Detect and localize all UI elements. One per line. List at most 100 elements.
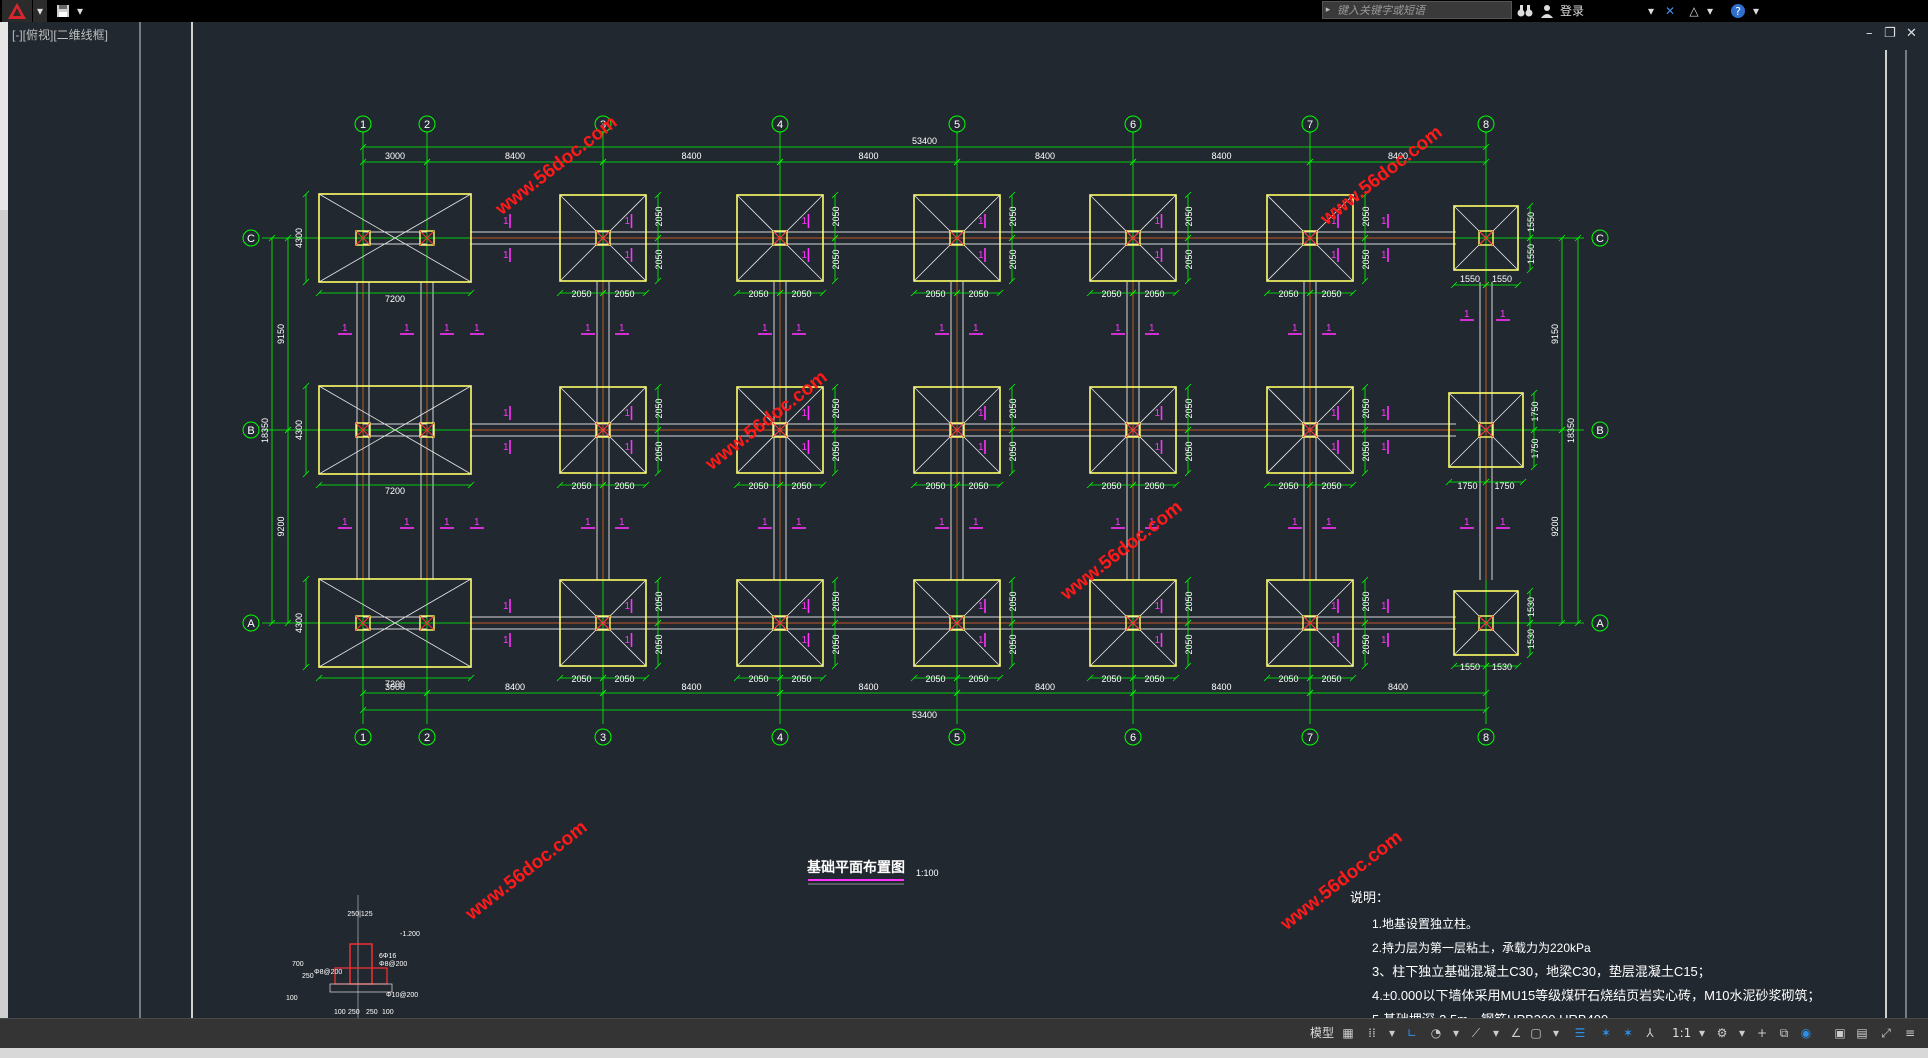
- section-mark-label: 1: [1155, 408, 1161, 419]
- dimension-text: 8400: [1035, 682, 1055, 692]
- dimension-text: 1750: [1530, 401, 1540, 421]
- dimension-text: 4300: [294, 420, 304, 440]
- dimension-text: 2050: [1321, 481, 1341, 491]
- axis-number-label: 5: [954, 119, 960, 131]
- dimension-text: 2050: [1184, 591, 1194, 611]
- axis-number-label: 5: [954, 732, 960, 744]
- lineweight-icon[interactable]: ☰: [1570, 1023, 1590, 1043]
- section-mark-label: 1: [503, 601, 509, 612]
- hardware-acceleration-icon[interactable]: ▣: [1830, 1023, 1850, 1043]
- dimension-text: 8400: [858, 151, 878, 161]
- dimension-text: 2050: [925, 289, 945, 299]
- dimension-text: 1750: [1530, 438, 1540, 458]
- dimension-text: 18350: [260, 418, 270, 443]
- section-mark-label: 1: [585, 323, 591, 334]
- axis-letter-label: B: [1596, 425, 1603, 437]
- detail-label: 100: [334, 1009, 346, 1016]
- section-mark-label: 1: [625, 216, 631, 227]
- axis-number-label: 7: [1307, 119, 1313, 131]
- section-mark-label: 1: [973, 323, 979, 334]
- workspace-gear-icon[interactable]: ⚙: [1712, 1023, 1732, 1043]
- dimension-text: 2050: [831, 441, 841, 461]
- notes-heading: 说明：: [1350, 890, 1389, 905]
- section-mark-label: 1: [978, 601, 984, 612]
- axis-letter-label: B: [247, 425, 254, 437]
- dimension-text: 2050: [748, 674, 768, 684]
- snap-mode-icon[interactable]: ⁞⁞: [1362, 1023, 1382, 1043]
- isometric-drafting-icon[interactable]: ⟋: [1466, 1023, 1486, 1043]
- dimension-text: 2050: [1184, 634, 1194, 654]
- dimension-text: 2050: [748, 289, 768, 299]
- customization-menu-icon[interactable]: ≡: [1900, 1023, 1920, 1043]
- dimension-text: 2050: [831, 398, 841, 418]
- dimension-text: 2050: [791, 481, 811, 491]
- isometric-dropdown-icon[interactable]: ▾: [1486, 1023, 1506, 1043]
- section-mark-label: 1: [1115, 323, 1121, 334]
- dimension-text: 2050: [831, 591, 841, 611]
- section-mark-label: 1: [1381, 601, 1387, 612]
- dimension-text: 3000: [385, 151, 405, 161]
- detail-label: 700: [292, 961, 304, 968]
- dimension-text: 1750: [1457, 481, 1477, 491]
- units-icon[interactable]: ⧉: [1774, 1023, 1794, 1043]
- dimension-text: 4300: [294, 228, 304, 248]
- section-mark-label: 1: [619, 323, 625, 334]
- dimension-text: 2050: [1278, 674, 1298, 684]
- section-mark-label: 1: [1464, 309, 1470, 320]
- clean-screen-icon[interactable]: ▤: [1852, 1023, 1872, 1043]
- dimension-text: 9200: [276, 516, 286, 536]
- scale-dropdown-icon[interactable]: ▾: [1692, 1023, 1712, 1043]
- object-snap-dropdown-icon[interactable]: ▾: [1546, 1023, 1566, 1043]
- dimension-text: 2050: [968, 481, 988, 491]
- drawing-title: 基础平面布置图: [807, 859, 905, 875]
- section-mark-label: 1: [503, 250, 509, 261]
- dimension-text: 9150: [1550, 324, 1560, 344]
- dimension-text: 2050: [925, 481, 945, 491]
- detail-label: Φ10@200: [386, 992, 418, 999]
- dimension-text: 2050: [1361, 398, 1371, 418]
- section-mark-label: 1: [1155, 442, 1161, 453]
- dimension-text: 7200: [385, 486, 405, 496]
- status-bar: [0, 1018, 1928, 1049]
- notes-line: 1.地基设置独立柱。: [1372, 916, 1478, 931]
- section-mark-label: 1: [802, 601, 808, 612]
- section-mark-label: 1: [802, 442, 808, 453]
- dimension-text: 2050: [1361, 249, 1371, 269]
- polar-tracking-icon[interactable]: ◔: [1426, 1023, 1446, 1043]
- dimension-text: 1530: [1492, 662, 1512, 672]
- model-tab[interactable]: 模型: [1306, 1022, 1338, 1044]
- detail-label: 250|125: [347, 911, 372, 918]
- workspace-dropdown-icon[interactable]: ▾: [1732, 1023, 1752, 1043]
- section-mark-label: 1: [796, 323, 802, 334]
- dimension-text: 2050: [791, 289, 811, 299]
- fullscreen-icon[interactable]: ⤢: [1876, 1023, 1896, 1043]
- annotation-scale-value[interactable]: 1:1: [1672, 1022, 1691, 1044]
- section-mark-label: 1: [802, 250, 808, 261]
- section-mark-label: 1: [1331, 635, 1337, 646]
- dimension-text: 1530: [1526, 597, 1536, 617]
- dimension-text: 7200: [385, 294, 405, 304]
- annotation-visibility-icon[interactable]: ✶: [1596, 1023, 1616, 1043]
- object-snap-icon[interactable]: ▢: [1526, 1023, 1546, 1043]
- grid-display-icon[interactable]: ▦: [1338, 1023, 1358, 1043]
- add-scale-icon[interactable]: +: [1752, 1023, 1772, 1043]
- section-mark-label: 1: [1115, 517, 1121, 528]
- auto-scale-icon[interactable]: ✶: [1618, 1023, 1638, 1043]
- annotation-scale-icon[interactable]: ⅄: [1640, 1023, 1660, 1043]
- snap-dropdown-icon[interactable]: ▾: [1382, 1023, 1402, 1043]
- section-mark-label: 1: [978, 442, 984, 453]
- axis-number-label: 1: [360, 119, 366, 131]
- dimension-text: 2050: [654, 398, 664, 418]
- isolate-objects-icon[interactable]: ◉: [1796, 1023, 1816, 1043]
- axis-number-label: 4: [777, 119, 783, 131]
- section-mark-label: 1: [762, 517, 768, 528]
- detail-label: Φ8@200: [314, 969, 342, 976]
- polar-dropdown-icon[interactable]: ▾: [1446, 1023, 1466, 1043]
- object-snap-tracking-icon[interactable]: ∠: [1506, 1023, 1526, 1043]
- watermark-text: www.56doc.com: [461, 817, 591, 925]
- ortho-mode-icon[interactable]: ∟: [1402, 1023, 1422, 1043]
- dimension-text: 2050: [791, 674, 811, 684]
- detail-label: 6Φ16: [379, 953, 396, 960]
- dimension-text: 2050: [1008, 591, 1018, 611]
- dimension-text: 2050: [1008, 206, 1018, 226]
